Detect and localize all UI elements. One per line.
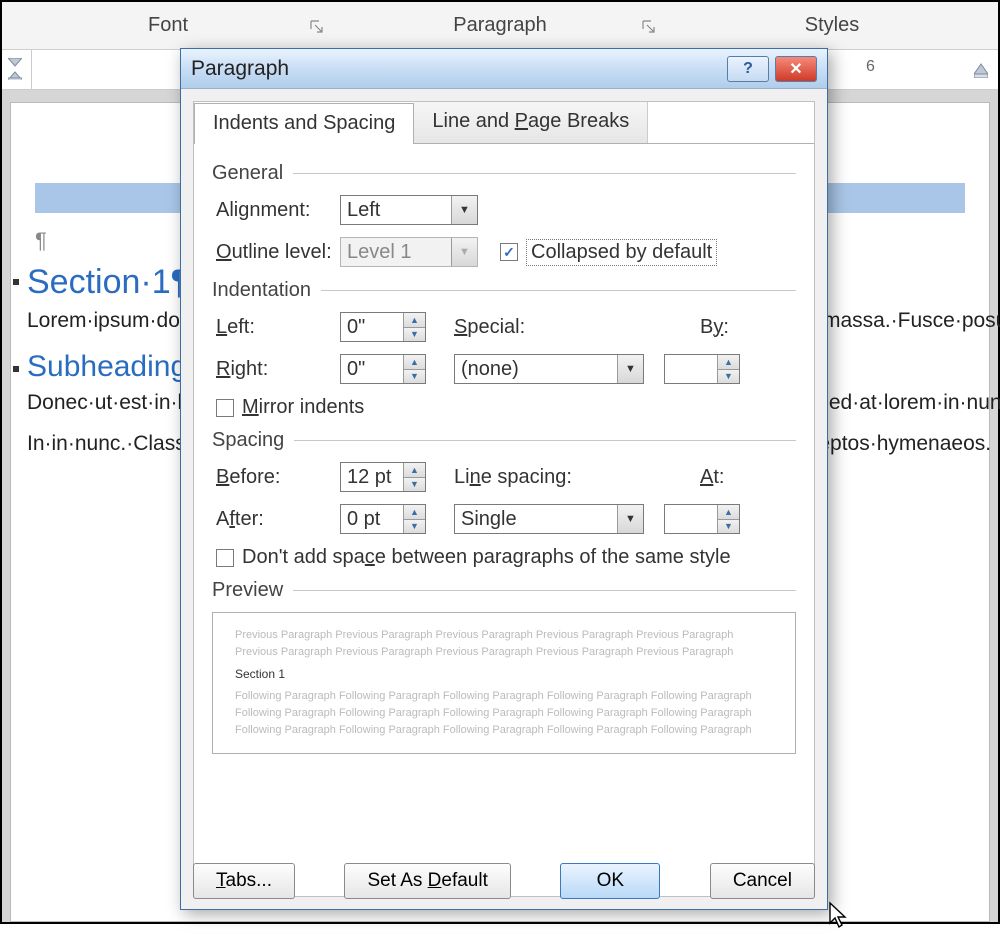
dialog-backdrop: Paragraph ? ✕ Indents and Spacing Line a… (2, 2, 998, 922)
chevron-down-icon: ▼ (617, 505, 643, 533)
dialog-content: Indents and Spacing Line and Page Breaks… (193, 101, 815, 897)
preview-sample-text: Section 1 (235, 665, 773, 684)
spinner-up-icon[interactable]: ▲ (403, 355, 425, 370)
select-value: (none) (461, 358, 519, 381)
dialog-body: General Alignment: Left ▼ Outline level:… (194, 144, 814, 768)
group-spacing: Spacing Before: 12 pt ▲▼ Line spacing: A… (212, 429, 796, 569)
spinner-down-icon[interactable]: ▼ (403, 328, 425, 342)
spinner-down-icon[interactable]: ▼ (403, 520, 425, 534)
spinner-value: 0 pt (347, 508, 380, 531)
preview-prev-text: Previous Paragraph Previous Paragraph Pr… (235, 627, 773, 661)
cancel-button[interactable]: Cancel (710, 863, 815, 899)
spinner-value: 12 pt (347, 466, 391, 489)
collapsed-label: Collapsed by default (526, 239, 717, 266)
button-label: Tabs... (216, 870, 272, 892)
button-label: Cancel (733, 870, 792, 892)
button-label: Set As Default (367, 870, 487, 892)
close-button[interactable]: ✕ (775, 56, 817, 82)
spinner-up-icon[interactable]: ▲ (403, 313, 425, 328)
mouse-cursor-icon (827, 901, 849, 929)
dialog-titlebar[interactable]: Paragraph ? ✕ (181, 49, 827, 89)
select-value: Level 1 (347, 241, 412, 264)
indent-right-label: Right: (216, 358, 340, 381)
group-title: Spacing (212, 429, 284, 452)
before-spinner[interactable]: 12 pt ▲▼ (340, 462, 426, 492)
select-value: Single (461, 508, 517, 531)
paragraph-dialog: Paragraph ? ✕ Indents and Spacing Line a… (180, 48, 828, 910)
tab-indents-spacing[interactable]: Indents and Spacing (194, 103, 414, 144)
spinner-up-icon[interactable]: ▲ (403, 505, 425, 520)
dialog-tabs: Indents and Spacing Line and Page Breaks (194, 102, 814, 144)
preview-box: Previous Paragraph Previous Paragraph Pr… (212, 612, 796, 754)
set-as-default-button[interactable]: Set As Default (344, 863, 510, 899)
dialog-buttons: Tabs... Set As Default OK Cancel (193, 863, 815, 899)
help-icon: ? (743, 60, 753, 78)
group-general: General Alignment: Left ▼ Outline level:… (212, 162, 796, 267)
spinner-down-icon[interactable]: ▼ (403, 370, 425, 384)
special-select[interactable]: (none) ▼ (454, 354, 644, 384)
indent-right-spinner[interactable]: 0" ▲▼ (340, 354, 426, 384)
group-title: General (212, 162, 283, 185)
preview-follow-text: Following Paragraph Following Paragraph … (235, 688, 773, 739)
at-label: At: (700, 466, 760, 489)
dialog-title: Paragraph (191, 57, 289, 81)
group-indentation: Indentation Left: 0" ▲▼ Special: By: Rig… (212, 279, 796, 419)
after-label: After: (216, 508, 340, 531)
spinner-down-icon[interactable]: ▼ (717, 520, 739, 534)
spinner-value: 0" (347, 358, 365, 381)
spinner-up-icon[interactable]: ▲ (403, 463, 425, 478)
help-button[interactable]: ? (727, 56, 769, 82)
tabs-button[interactable]: Tabs... (193, 863, 295, 899)
outline-level-label: Outline level: (216, 241, 340, 264)
close-icon: ✕ (789, 59, 802, 79)
tab-label: Indents and Spacing (213, 112, 395, 134)
dont-add-space-checkbox[interactable] (216, 549, 234, 567)
by-label: By: (700, 316, 760, 339)
spinner-down-icon[interactable]: ▼ (403, 478, 425, 492)
special-label: Special: (454, 316, 580, 339)
spinner-up-icon[interactable]: ▲ (717, 355, 739, 370)
tab-label: Line and Page Breaks (432, 110, 629, 132)
chevron-down-icon: ▼ (617, 355, 643, 383)
chevron-down-icon: ▼ (451, 196, 477, 224)
after-spinner[interactable]: 0 pt ▲▼ (340, 504, 426, 534)
before-label: Before: (216, 466, 340, 489)
indent-left-label: Left: (216, 316, 340, 339)
chevron-down-icon: ▼ (451, 238, 477, 266)
dont-add-space-label: Don't add space between paragraphs of th… (242, 546, 731, 569)
select-value: Left (347, 199, 380, 222)
tab-line-page-breaks[interactable]: Line and Page Breaks (414, 102, 648, 143)
indent-left-spinner[interactable]: 0" ▲▼ (340, 312, 426, 342)
group-title: Preview (212, 579, 283, 602)
mirror-indents-checkbox[interactable] (216, 399, 234, 417)
outline-level-select: Level 1 ▼ (340, 237, 478, 267)
spinner-up-icon[interactable]: ▲ (717, 505, 739, 520)
indent-by-spinner[interactable]: ▲▼ (664, 354, 740, 384)
at-spinner[interactable]: ▲▼ (664, 504, 740, 534)
mirror-indents-label: Mirror indents (242, 396, 364, 419)
collapsed-checkbox[interactable]: ✓ (500, 243, 518, 261)
button-label: OK (597, 870, 624, 892)
group-preview: Preview Previous Paragraph Previous Para… (212, 579, 796, 754)
line-spacing-label: Line spacing: (454, 466, 580, 489)
ok-button[interactable]: OK (560, 863, 660, 899)
alignment-label: Alignment: (216, 199, 340, 222)
line-spacing-select[interactable]: Single ▼ (454, 504, 644, 534)
checkmark-icon: ✓ (503, 244, 515, 261)
spinner-value: 0" (347, 316, 365, 339)
alignment-select[interactable]: Left ▼ (340, 195, 478, 225)
spinner-down-icon[interactable]: ▼ (717, 370, 739, 384)
group-title: Indentation (212, 279, 311, 302)
